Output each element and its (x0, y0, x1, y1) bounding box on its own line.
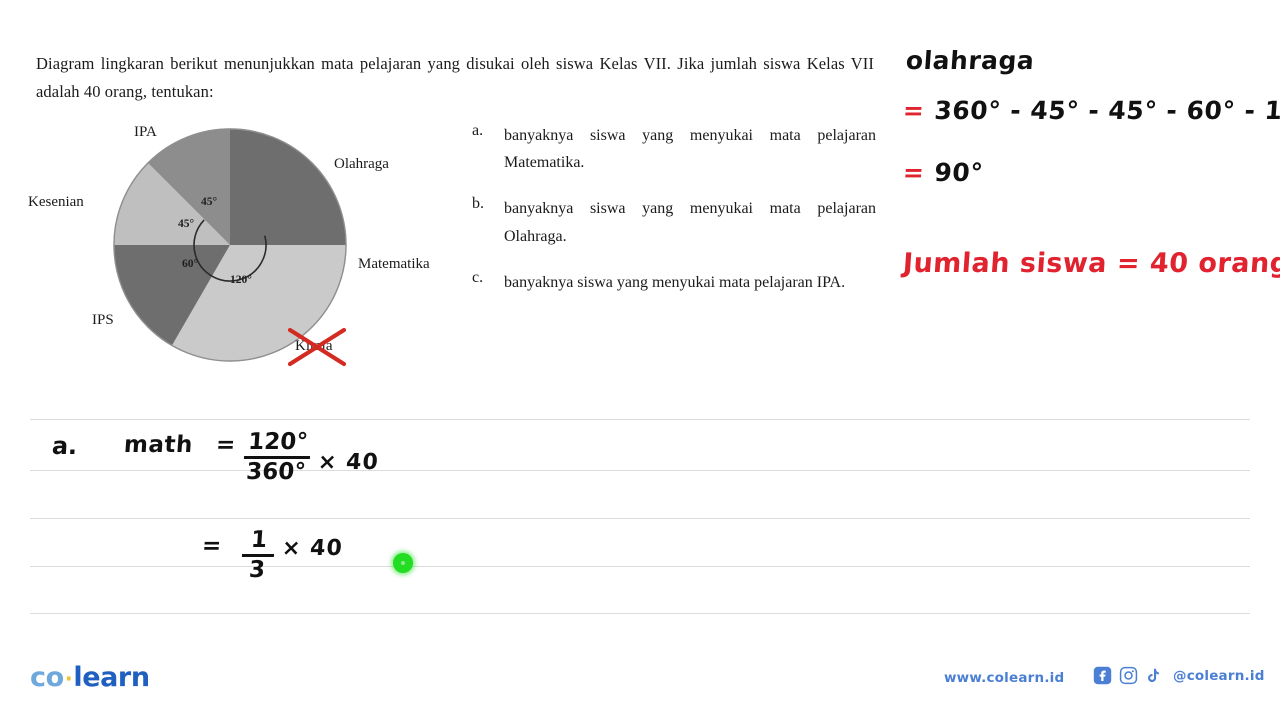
work-fraction-2-denominator: 3 (248, 557, 266, 584)
work-fraction-2-numerator: 1 (250, 527, 268, 553)
work-fraction-1: 120° 360° (242, 429, 312, 486)
ruled-work-area (0, 0, 1280, 720)
footer-social-links: @colearn.id (1093, 666, 1265, 685)
worksheet-page: Diagram lingkaran berikut menunjukkan ma… (0, 0, 1280, 720)
rule-line (30, 566, 1250, 567)
page-footer: co·learn www.colearn.id @colearn.id (0, 655, 1280, 720)
rule-line (30, 470, 1250, 471)
colearn-logo[interactable]: co·learn (30, 662, 150, 693)
cursor-pointer[interactable] (393, 553, 413, 573)
work-fraction-2: 1 3 (240, 527, 276, 584)
logo-text-co: co (30, 662, 64, 693)
work-equals-2: = (201, 533, 223, 559)
facebook-icon[interactable] (1093, 666, 1112, 685)
logo-text-learn: learn (73, 662, 150, 693)
work-fraction-1-numerator: 120° (247, 429, 309, 455)
work-marker-a: a. (51, 432, 79, 460)
work-times-2: × 40 (281, 536, 344, 561)
rule-line (30, 518, 1250, 519)
work-subject-math: math (123, 432, 194, 458)
footer-social-handle[interactable]: @colearn.id (1173, 668, 1265, 684)
work-equals-1: = (215, 432, 237, 458)
tiktok-icon[interactable] (1145, 666, 1162, 685)
work-fraction-1-denominator: 360° (245, 459, 307, 486)
logo-dot-icon: · (64, 666, 73, 691)
instagram-icon[interactable] (1119, 666, 1138, 685)
footer-website-url[interactable]: www.colearn.id (944, 670, 1064, 686)
rule-line (30, 419, 1250, 420)
work-times-1: × 40 (317, 450, 380, 475)
rule-line (30, 613, 1250, 614)
